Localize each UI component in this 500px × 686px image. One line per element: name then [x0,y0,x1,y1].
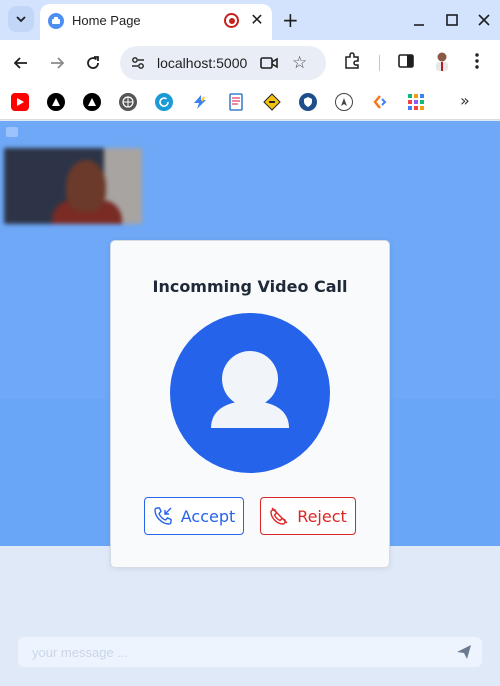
reload-button[interactable] [82,52,104,74]
caller-avatar [170,313,330,473]
window-close-icon[interactable] [477,13,491,27]
recording-indicator-icon [224,13,239,28]
phone-off-icon [270,507,288,525]
bookmark-triangle-logo-icon[interactable] [47,93,65,111]
bookmarks-overflow-button[interactable]: » [460,91,470,110]
local-video-preview [4,148,142,224]
reject-button[interactable]: Reject [260,497,356,535]
bookmark-document-icon[interactable] [227,93,245,111]
bookmark-bolt-icon[interactable] [191,93,209,111]
maximize-icon[interactable] [445,13,459,27]
toolbar-divider [379,55,380,71]
browser-toolbar: localhost:5000 ☆ [0,40,500,86]
new-tab-button[interactable]: + [282,8,299,32]
chevron-down-icon [16,16,26,23]
side-panel-icon[interactable] [397,52,415,70]
bookmarks-bar: » [0,86,500,120]
url-text: localhost:5000 [157,55,248,71]
bookmark-shield-icon[interactable] [299,93,317,111]
bookmark-code-icon[interactable] [371,93,389,111]
tab-close-icon[interactable]: ✕ [248,10,266,29]
chat-input-bar[interactable]: your message ... [18,637,482,667]
send-icon[interactable] [456,644,472,660]
camera-in-use-icon[interactable] [260,55,278,71]
arrow-left-icon [13,57,27,69]
tab-search-button[interactable] [8,6,34,32]
profile-avatar[interactable] [432,50,452,72]
phone-incoming-icon [154,507,172,525]
minimize-icon[interactable] [412,14,426,28]
camera-icon[interactable] [6,127,18,137]
reload-icon [87,56,99,69]
modal-title: Incomming Video Call [152,277,348,296]
bookmark-compass-icon[interactable] [335,93,353,111]
site-info-icon[interactable] [130,55,146,71]
accept-label: Accept [180,506,236,526]
bookmark-triangle-logo-icon-2[interactable] [83,93,101,111]
bookmark-star-icon[interactable]: ☆ [292,53,307,73]
forward-button[interactable] [46,52,68,74]
bookmark-youtube-icon[interactable] [11,93,29,111]
tab-favicon-icon [48,13,64,29]
bookmark-refresh-logo-icon[interactable] [155,93,173,111]
tab-strip: Home Page ✕ + [0,0,500,40]
bookmark-globe-icon[interactable] [119,93,137,111]
incoming-call-modal: Incomming Video Call Accept Reject [110,240,390,568]
bookmark-diamond-sign-icon[interactable] [263,93,281,111]
active-tab[interactable]: Home Page ✕ [40,4,272,40]
tab-title: Home Page [72,13,141,28]
arrow-right-icon [51,57,65,69]
extensions-icon[interactable] [343,52,361,70]
user-silhouette-icon [211,351,289,428]
menu-kebab-icon[interactable] [474,52,480,70]
address-bar[interactable]: localhost:5000 ☆ [120,46,326,80]
video-person-face [66,160,106,212]
message-input[interactable]: your message ... [32,645,128,660]
accept-button[interactable]: Accept [144,497,244,535]
back-button[interactable] [10,52,32,74]
bookmark-grid-icon[interactable] [407,93,425,111]
reject-label: Reject [297,506,347,526]
